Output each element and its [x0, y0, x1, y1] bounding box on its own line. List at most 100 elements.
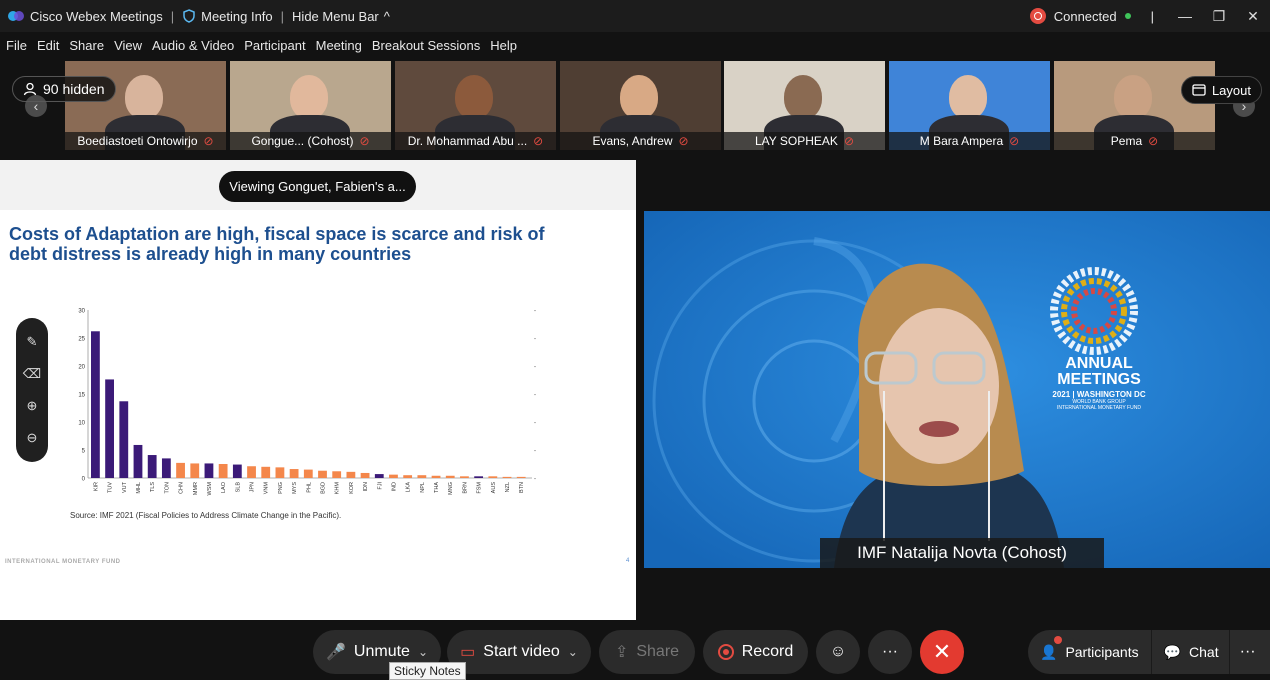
participant-tile[interactable]: Pema ⊘: [1054, 61, 1215, 150]
x-tick-label: MNG: [448, 482, 454, 495]
menu-item-view[interactable]: View: [114, 38, 142, 53]
chevron-down-icon[interactable]: ⌄: [568, 645, 578, 659]
participants-button[interactable]: 👤 Participants: [1040, 644, 1139, 661]
participant-video: [784, 75, 822, 119]
participant-tile[interactable]: Evans, Andrew ⊘: [560, 61, 721, 150]
slide-title-line-2: debt distress is already high in many co…: [9, 244, 412, 264]
menu-item-share[interactable]: Share: [69, 38, 104, 53]
participant-name: LAY SOPHEAK: [755, 134, 838, 148]
participant-name: Boediastoeti Ontowirjo: [77, 134, 198, 148]
zoom-out-icon[interactable]: ⊖: [27, 430, 38, 446]
participant-name: M Bara Ampera: [919, 134, 1004, 148]
x-tick-label: NZL: [505, 482, 511, 492]
hide-menu-bar-button[interactable]: Hide Menu Bar ^: [292, 9, 390, 24]
more-options-button[interactable]: ···: [868, 630, 912, 674]
y-tick-label: 20: [78, 365, 85, 371]
x-tick-label: JPN: [250, 482, 256, 492]
chat-button[interactable]: 💬 Chat: [1164, 644, 1219, 661]
x-tick-label: IDN: [363, 482, 369, 492]
chart-bar: [303, 469, 313, 478]
chart-bar: [289, 469, 299, 478]
slide-footer: INTERNATIONAL MONETARY FUND: [5, 559, 121, 565]
video-off-icon: ▭: [460, 644, 476, 661]
start-video-button[interactable]: ▭ Start video ⌄: [447, 630, 591, 674]
meeting-info-button[interactable]: Meeting Info: [182, 9, 273, 24]
y-tick-label: 25: [78, 337, 85, 343]
x-tick-label: KHM: [335, 482, 341, 495]
more-panels-icon[interactable]: ···: [1240, 643, 1256, 661]
chart-bar: [431, 475, 441, 478]
leave-meeting-button[interactable]: ✕: [920, 630, 964, 674]
chart-bar: [91, 331, 100, 478]
slide-title-line-1: Costs of Adaptation are high, fiscal spa…: [9, 224, 545, 244]
participant-tile[interactable]: Boediastoeti Ontowirjo ⊘: [65, 61, 226, 150]
viewing-share-banner[interactable]: Viewing Gonguet, Fabien's a...: [219, 171, 416, 202]
hidden-count: 90 hidden: [43, 81, 105, 97]
chart-bar: [318, 470, 327, 478]
menu-item-breakout-sessions[interactable]: Breakout Sessions: [372, 38, 480, 53]
connection-dot-icon: [1124, 13, 1131, 19]
chart-bar: [460, 476, 469, 478]
chevron-down-icon[interactable]: ⌄: [418, 645, 428, 659]
participant-name-bar: M Bara Ampera ⊘: [889, 132, 1050, 150]
banner-line-3: 2021 | WASHINGTON DC: [1052, 390, 1146, 399]
chart-bar: [190, 463, 200, 478]
reactions-button[interactable]: ☺: [816, 630, 860, 674]
speaker-video-frame: [644, 211, 1270, 568]
participant-name: Gongue... (Cohost): [251, 134, 354, 148]
chart-bar: [488, 476, 498, 478]
annotation-toolbar: ✎ ⌫ ⊕ ⊖: [16, 318, 48, 462]
y-tick-label: 5: [82, 449, 86, 455]
person-icon: [23, 82, 37, 96]
restore-icon[interactable]: ❐: [1202, 0, 1236, 32]
shield-icon: [183, 9, 195, 23]
participant-name-bar: Boediastoeti Ontowirjo ⊘: [65, 132, 226, 150]
share-button[interactable]: ⇪ Share: [599, 630, 695, 674]
layout-label: Layout: [1211, 82, 1251, 98]
zoom-in-icon[interactable]: ⊕: [27, 398, 38, 414]
chart-bar: [332, 471, 342, 478]
menu-item-help[interactable]: Help: [490, 38, 517, 53]
x-tick-label: KIR: [93, 482, 99, 491]
participant-tile[interactable]: Dr. Mohammad Abu ... ⊘: [395, 61, 556, 150]
mic-muted-icon: ⊘: [678, 134, 689, 148]
x-tick-label: NPL: [420, 482, 426, 493]
x-tick-label: WSM: [207, 482, 213, 496]
record-icon: [717, 644, 734, 660]
layout-button[interactable]: Layout: [1180, 76, 1262, 104]
chart-bar: [204, 463, 214, 478]
smiley-icon: ☺: [829, 643, 847, 660]
chart-source: Source: IMF 2021 (Fiscal Policies to Add…: [70, 511, 342, 520]
close-icon: ✕: [932, 639, 952, 664]
x-tick-label: FSM: [477, 482, 483, 494]
mic-muted-icon: ⊘: [1148, 134, 1159, 148]
eraser-icon[interactable]: ⌫: [23, 366, 41, 382]
x-tick-label: TLS: [150, 482, 156, 492]
participant-name-bar: Evans, Andrew ⊘: [560, 132, 721, 150]
participant-tile[interactable]: LAY SOPHEAK ⊘: [724, 61, 885, 150]
menu-item-edit[interactable]: Edit: [37, 38, 59, 53]
menu-item-meeting[interactable]: Meeting: [316, 38, 362, 53]
participant-name: Evans, Andrew: [592, 134, 673, 148]
webex-logo-icon: [8, 11, 24, 21]
menu-item-participant[interactable]: Participant: [244, 38, 305, 53]
menu-item-file[interactable]: File: [6, 38, 27, 53]
mic-muted-icon: ⊘: [359, 134, 370, 148]
participant-name-bar: LAY SOPHEAK ⊘: [724, 132, 885, 150]
chart-bar: [232, 464, 242, 478]
participant-tile[interactable]: M Bara Ampera ⊘: [889, 61, 1050, 150]
x-tick-label: MHL: [136, 482, 142, 494]
chart-bar: [119, 401, 129, 478]
banner-line-5: INTERNATIONAL MONETARY FUND: [1057, 405, 1141, 411]
participants-icon: 👤: [1040, 643, 1058, 660]
participant-tile[interactable]: Gongue... (Cohost) ⊘: [230, 61, 391, 150]
panel-controls: 👤 Participants 💬 Chat ···: [1028, 630, 1270, 674]
slide-page-number: 4: [626, 558, 630, 564]
record-button[interactable]: Record: [703, 630, 808, 674]
pen-icon[interactable]: ✎: [27, 334, 38, 350]
menu-item-audio-video[interactable]: Audio & Video: [152, 38, 234, 53]
close-icon[interactable]: ✕: [1236, 0, 1270, 32]
chevron-left-icon[interactable]: ‹: [25, 95, 47, 117]
mic-muted-icon: ⊘: [1009, 134, 1020, 148]
minimize-icon[interactable]: —: [1168, 0, 1202, 32]
